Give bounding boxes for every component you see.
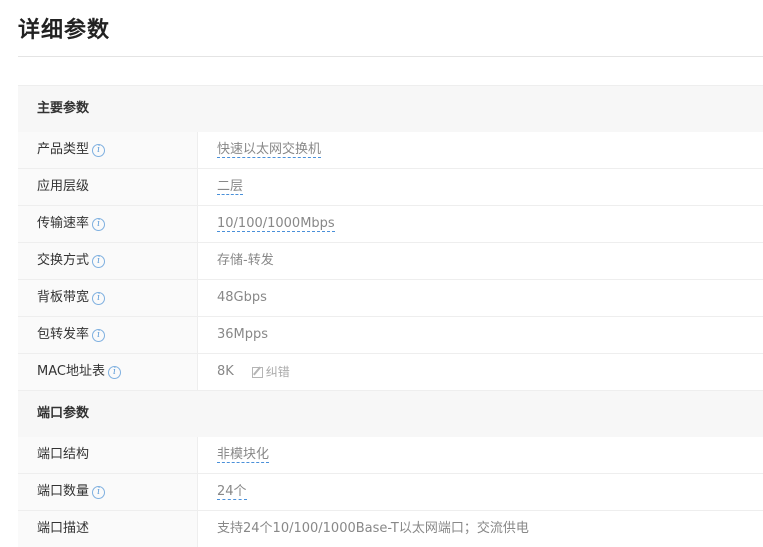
- spec-key: 包转发率 i: [18, 317, 198, 353]
- info-icon[interactable]: i: [92, 217, 106, 231]
- spec-key: 端口结构: [18, 437, 198, 473]
- report-error-label: 纠错: [265, 365, 290, 379]
- spec-value: 快速以太网交换机: [198, 132, 763, 168]
- spec-value: 36Mpps: [198, 317, 763, 353]
- table-row: 交换方式 i 存储-转发: [18, 243, 763, 280]
- spec-key-label: 端口结构: [37, 447, 90, 462]
- section-header-main: 主要参数: [18, 85, 763, 132]
- spec-value-link[interactable]: 24个: [217, 484, 247, 500]
- spec-key-label: 端口数量: [37, 484, 90, 499]
- spec-value: 8K 纠错: [198, 354, 763, 390]
- info-icon[interactable]: i: [92, 328, 106, 342]
- spec-key-label: 传输速率: [37, 216, 90, 231]
- table-row: 端口数量 i 24个: [18, 474, 763, 511]
- info-icon[interactable]: i: [92, 291, 106, 305]
- spec-value-link[interactable]: 快速以太网交换机: [217, 142, 322, 158]
- spec-key: MAC地址表 i: [18, 354, 198, 390]
- spec-key-label: 背板带宽: [37, 290, 90, 305]
- spec-key-label: MAC地址表: [37, 364, 105, 379]
- page: 详细参数 主要参数 产品类型 i 快速以太网交换机 应用层级 二层 传输速率 i: [0, 0, 763, 547]
- spec-value: 10/100/1000Mbps: [198, 206, 763, 242]
- spec-value: 48Gbps: [198, 280, 763, 316]
- spec-value-text: 8K: [217, 364, 234, 379]
- spec-value: 支持24个10/100/1000Base-T以太网端口；交流供电: [198, 511, 763, 547]
- spec-value-link[interactable]: 非模块化: [217, 447, 270, 463]
- spec-value-link[interactable]: 二层: [217, 179, 244, 195]
- report-error-link[interactable]: 纠错: [251, 354, 290, 390]
- spec-key-label: 应用层级: [37, 179, 90, 194]
- spec-key: 产品类型 i: [18, 132, 198, 168]
- info-icon[interactable]: i: [92, 254, 106, 268]
- table-row: 包转发率 i 36Mpps: [18, 317, 763, 354]
- table-row: 端口描述 支持24个10/100/1000Base-T以太网端口；交流供电: [18, 511, 763, 547]
- section-header-ports: 端口参数: [18, 391, 763, 437]
- title-divider: [18, 56, 763, 57]
- spec-value: 非模块化: [198, 437, 763, 473]
- info-icon[interactable]: i: [107, 365, 121, 379]
- table-row: 背板带宽 i 48Gbps: [18, 280, 763, 317]
- spec-key: 端口数量 i: [18, 474, 198, 510]
- spec-key: 传输速率 i: [18, 206, 198, 242]
- spec-key-label: 包转发率: [37, 327, 90, 342]
- info-icon[interactable]: i: [92, 143, 106, 157]
- table-row: 端口结构 非模块化: [18, 437, 763, 474]
- spec-key: 应用层级: [18, 169, 198, 205]
- spec-key: 交换方式 i: [18, 243, 198, 279]
- spec-value: 二层: [198, 169, 763, 205]
- edit-icon: [251, 366, 263, 378]
- spec-key: 端口描述: [18, 511, 198, 547]
- spec-value: 存储-转发: [198, 243, 763, 279]
- spec-value-text: 存储-转发: [217, 253, 274, 268]
- spec-value-link[interactable]: 10/100/1000Mbps: [217, 216, 335, 232]
- spec-table: 主要参数 产品类型 i 快速以太网交换机 应用层级 二层 传输速率 i 10/1…: [18, 85, 763, 547]
- table-row: 产品类型 i 快速以太网交换机: [18, 132, 763, 169]
- table-row: 传输速率 i 10/100/1000Mbps: [18, 206, 763, 243]
- spec-key-label: 产品类型: [37, 142, 90, 157]
- table-row: MAC地址表 i 8K 纠错: [18, 354, 763, 391]
- info-icon[interactable]: i: [92, 485, 106, 499]
- spec-key-label: 交换方式: [37, 253, 90, 268]
- spec-key: 背板带宽 i: [18, 280, 198, 316]
- table-row: 应用层级 二层: [18, 169, 763, 206]
- spec-value-text: 48Gbps: [217, 290, 267, 305]
- spec-value-text: 36Mpps: [217, 327, 269, 342]
- spec-value: 24个: [198, 474, 763, 510]
- spec-value-text: 支持24个10/100/1000Base-T以太网端口；交流供电: [217, 521, 529, 536]
- page-title: 详细参数: [18, 18, 111, 43]
- spec-key-label: 端口描述: [37, 521, 90, 536]
